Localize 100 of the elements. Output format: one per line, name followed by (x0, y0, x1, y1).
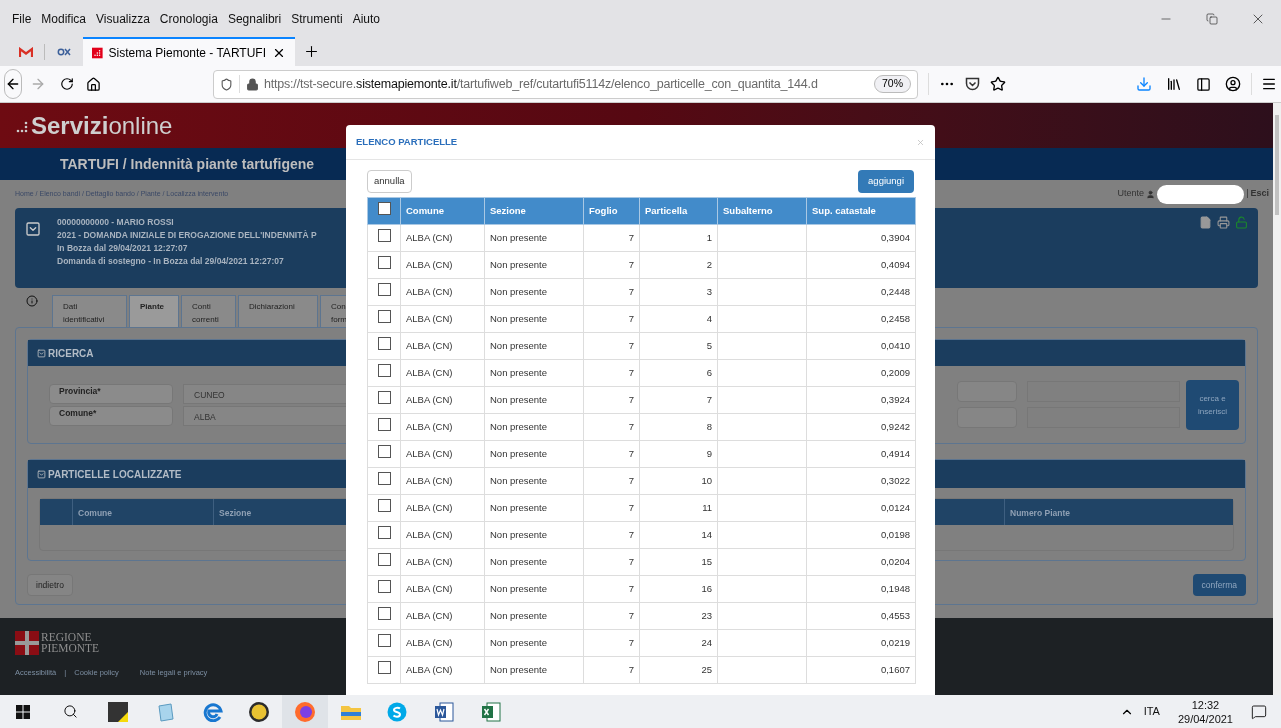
menu-item[interactable]: Strumenti (291, 10, 343, 28)
table-cell: Non presente (484, 575, 584, 603)
page-tab[interactable]: Conti correnti (181, 295, 236, 327)
table-cell: 3 (639, 278, 718, 306)
scrollbar[interactable] (1273, 103, 1281, 695)
table-cell: 2 (639, 251, 718, 279)
table-header: Comune (73, 499, 214, 525)
bookmark-star-icon[interactable] (989, 76, 1006, 92)
page-tab[interactable]: Piante (129, 295, 179, 327)
reload-icon[interactable] (60, 77, 74, 91)
table-cell: 7 (583, 359, 640, 387)
browser-tab[interactable]: Sistema Piemonte - TARTUFI (83, 37, 295, 66)
shield-icon[interactable] (220, 77, 233, 91)
table-cell: ALBA (CN) (400, 251, 485, 279)
cancel-button[interactable]: annulla (367, 170, 412, 193)
add-button[interactable]: aggiungi (858, 170, 914, 193)
table-cell: 0,3022 (806, 467, 916, 495)
menu-item[interactable]: Segnalibri (227, 10, 282, 28)
download-icon[interactable] (1135, 76, 1152, 92)
row-checkbox[interactable] (377, 310, 391, 324)
page-tab[interactable]: Dati identificativi (52, 295, 127, 327)
menu-item[interactable]: Modifica (41, 10, 87, 28)
collapse-icon[interactable] (37, 348, 46, 358)
back-button[interactable]: indietro (27, 574, 73, 596)
column-header[interactable]: Comune (400, 197, 485, 225)
table-header: Sezione (218, 507, 253, 520)
table-cell: Non presente (484, 278, 584, 306)
row-checkbox[interactable] (377, 364, 391, 378)
clock-date[interactable]: 29/04/2021 (1177, 711, 1233, 726)
row-checkbox[interactable] (377, 418, 391, 432)
table-cell: 24 (639, 629, 718, 657)
address-bar[interactable]: https://tst-secure.sistemapiemonte.it/tartufiweb_ref/cutartufi5114z/elenco_particelle_con_quantita_144.d 70% (213, 69, 918, 99)
row-checkbox[interactable] (377, 229, 391, 243)
modal-title: ELENCO PARTICELLE (356, 134, 458, 149)
region-logo-text: REGIONE PIEMONTE (41, 632, 100, 654)
table-cell: Non presente (484, 440, 584, 468)
notification-icon[interactable] (1251, 703, 1267, 720)
table-cell: 0,1948 (806, 575, 916, 603)
page-tab[interactable]: Dichiarazioni (238, 295, 318, 327)
table-cell: ALBA (CN) (400, 359, 485, 387)
row-checkbox[interactable] (377, 445, 391, 459)
home-icon[interactable] (86, 76, 101, 92)
clock-time[interactable]: 12:32 (1191, 697, 1220, 712)
row-checkbox[interactable] (377, 580, 391, 594)
row-checkbox[interactable] (377, 256, 391, 270)
table-cell: 7 (583, 602, 640, 630)
column-header[interactable]: Sup. catastale (806, 197, 916, 225)
menu-item[interactable]: Cronologia (159, 10, 218, 28)
row-checkbox[interactable] (377, 472, 391, 486)
select-all-checkbox[interactable] (377, 202, 391, 216)
row-checkbox[interactable] (377, 607, 391, 621)
table-cell: 7 (583, 575, 640, 603)
table-cell: ALBA (CN) (400, 521, 485, 549)
row-checkbox[interactable] (377, 337, 391, 351)
table-cell: Non presente (484, 224, 584, 252)
sidebar-icon[interactable] (1195, 76, 1211, 92)
new-tab-icon[interactable] (303, 43, 320, 60)
table-cell: 7 (583, 629, 640, 657)
document-icon[interactable] (1199, 216, 1212, 229)
menu-icon[interactable] (1261, 76, 1277, 92)
field-label: Provincia* (49, 383, 173, 404)
pocket-icon[interactable] (964, 77, 980, 91)
collapse-icon[interactable] (37, 469, 46, 479)
region-crest-icon (15, 631, 39, 655)
confirm-button[interactable]: conferma (1192, 574, 1246, 596)
table-cell: 0,9242 (806, 413, 916, 441)
logout-link[interactable]: Esci (1250, 187, 1269, 201)
column-header[interactable]: Particella (639, 197, 718, 225)
row-checkbox[interactable] (377, 661, 391, 675)
column-header[interactable]: Subalterno (717, 197, 807, 225)
table-cell: 7 (583, 413, 640, 441)
column-header[interactable]: Foglio (583, 197, 640, 225)
table-cell: 0,2448 (806, 278, 916, 306)
menu-item[interactable]: File (12, 10, 32, 28)
print-icon[interactable] (1217, 216, 1230, 229)
table-cell: 15 (639, 548, 718, 576)
row-checkbox[interactable] (377, 553, 391, 567)
favicon-icon (92, 45, 103, 60)
column-header[interactable]: Sezione (484, 197, 584, 225)
table-cell: 7 (639, 386, 718, 414)
row-checkbox[interactable] (377, 499, 391, 513)
zoom-level[interactable]: 70% (874, 75, 911, 93)
table-cell: 0,3904 (806, 224, 916, 252)
collapse-icon[interactable] (25, 221, 41, 237)
row-checkbox[interactable] (377, 634, 391, 648)
info-icon[interactable] (26, 295, 38, 307)
search-insert-button[interactable]: cerca e inserisci (1186, 379, 1239, 430)
language-indicator[interactable]: ITA (1143, 703, 1160, 720)
row-checkbox[interactable] (377, 526, 391, 540)
lock-icon[interactable] (246, 77, 259, 91)
menu-item[interactable]: Aiuto (352, 10, 380, 28)
row-checkbox[interactable] (377, 283, 391, 297)
summary-line: In Bozza dal 29/04/2021 12:27:07 (57, 242, 189, 255)
library-icon[interactable] (1165, 76, 1182, 92)
user-icon (1146, 189, 1156, 199)
firefox-icon[interactable] (282, 695, 328, 728)
row-checkbox[interactable] (377, 391, 391, 405)
account-icon[interactable] (1224, 76, 1241, 92)
menu-item[interactable]: Visualizza (96, 10, 150, 28)
table-cell: 0,0198 (806, 521, 916, 549)
